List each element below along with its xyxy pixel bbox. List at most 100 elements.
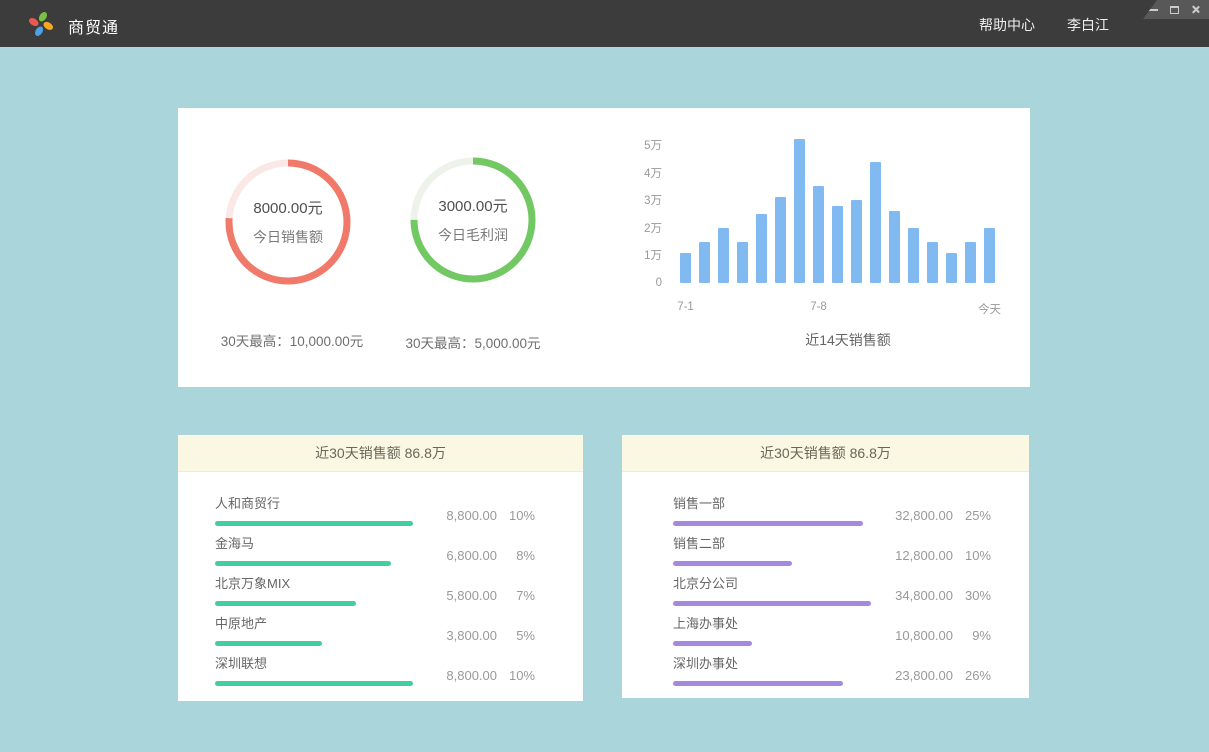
ranking-item-name: 北京万象MIX xyxy=(215,573,356,592)
bar-chart-y-axis: 5万4万3万2万1万0 xyxy=(618,108,662,308)
ranking-row: 深圳联想 8,800.0010% xyxy=(178,647,583,686)
ranking-item-value: 8,800.00 xyxy=(417,508,497,523)
ranking-item-value: 5,800.00 xyxy=(417,588,497,603)
ranking-item-percent: 5% xyxy=(497,628,535,643)
ranking-item-bar xyxy=(673,681,843,686)
ranking-row: 中原地产 3,800.005% xyxy=(178,607,583,646)
bar-chart-x-axis: 7-1 7-8 今天 xyxy=(680,301,1000,317)
bar xyxy=(889,211,900,283)
ranking-row: 人和商贸行 8,800.0010% xyxy=(178,487,583,526)
user-name-link[interactable]: 李白江 xyxy=(1067,15,1109,35)
bar xyxy=(737,242,748,283)
bar xyxy=(927,242,938,283)
ranking-item-percent: 26% xyxy=(953,668,991,683)
bar xyxy=(870,162,881,283)
bar xyxy=(946,253,957,283)
y-tick-label: 4万 xyxy=(618,165,662,181)
ranking-item-name: 北京分公司 xyxy=(673,573,871,592)
maximize-icon[interactable] xyxy=(1169,5,1179,15)
ranking-item-value: 10,800.00 xyxy=(873,628,953,643)
topbar-right: 帮助中心 李白江 xyxy=(979,15,1109,35)
ranking-item-bar xyxy=(673,641,752,646)
ranking-item-name: 深圳联想 xyxy=(215,653,413,672)
bar xyxy=(851,200,862,283)
ranking-item-value: 3,800.00 xyxy=(417,628,497,643)
department-ranking-card: 近30天销售额 86.8万 销售一部 32,800.0025% 销售二部 12,800… xyxy=(622,435,1029,698)
ranking-item-value: 34,800.00 xyxy=(873,588,953,603)
bar xyxy=(699,242,710,283)
ranking-row: 销售一部 32,800.0025% xyxy=(622,487,1029,526)
customer-ranking-card: 近30天销售额 86.8万 人和商贸行8,800.0010%金海马6,800.0… xyxy=(178,435,583,701)
x-tick-label: 7-1 xyxy=(677,301,694,313)
app-title: 商贸通 xyxy=(68,14,119,38)
ranking-item-percent: 8% xyxy=(497,548,535,563)
customer-ranking-title: 近30天销售额 86.8万 xyxy=(178,435,583,472)
ranking-item-percent: 7% xyxy=(497,588,535,603)
ranking-item-bar xyxy=(215,521,413,526)
y-tick-label: 1万 xyxy=(618,247,662,263)
minimize-icon[interactable] xyxy=(1148,5,1158,15)
ranking-item-name: 销售一部 xyxy=(673,493,863,512)
ranking-item-percent: 9% xyxy=(953,628,991,643)
x-tick-label: 今天 xyxy=(978,301,1001,317)
bar xyxy=(775,197,786,283)
bar xyxy=(984,228,995,283)
pinwheel-logo-icon xyxy=(28,11,54,37)
ranking-item-value: 12,800.00 xyxy=(873,548,953,563)
x-tick-label: 7-8 xyxy=(810,301,827,313)
ranking-item-bar xyxy=(215,681,413,686)
ranking-item-bar xyxy=(215,561,391,566)
ranking-item-percent: 30% xyxy=(953,588,991,603)
today-profit-label: 今日毛利润 xyxy=(438,225,508,245)
help-center-link[interactable]: 帮助中心 xyxy=(979,15,1035,35)
ranking-item-value: 23,800.00 xyxy=(873,668,953,683)
topbar: 商贸通 帮助中心 李白江 xyxy=(0,0,1209,47)
bar xyxy=(908,228,919,283)
ranking-item-percent: 25% xyxy=(953,508,991,523)
ranking-item-name: 中原地产 xyxy=(215,613,322,632)
y-tick-label: 2万 xyxy=(618,220,662,236)
ranking-item-percent: 10% xyxy=(497,508,535,523)
bar-chart-title: 近14天销售额 xyxy=(718,330,978,350)
ranking-rows: 销售一部 32,800.0025% 销售二部 12,800.0010% 北京分公司34,… xyxy=(622,472,1029,686)
bar xyxy=(813,186,824,283)
ranking-item-name: 金海马 xyxy=(215,533,391,552)
ranking-item-name: 人和商贸行 xyxy=(215,493,413,512)
ranking-row: 深圳办事处 23,800.0026% xyxy=(622,647,1029,686)
today-profit-donut: 3000.00元 今日毛利润 xyxy=(408,155,538,285)
today-sales-donut: 8000.00元 今日销售额 xyxy=(223,157,353,287)
bar xyxy=(794,139,805,283)
ranking-row: 金海马6,800.008% xyxy=(178,527,583,566)
ranking-row: 销售二部 12,800.0010% xyxy=(622,527,1029,566)
bar xyxy=(756,214,767,283)
y-tick-label: 5万 xyxy=(618,137,662,153)
ranking-item-bar xyxy=(673,601,871,606)
today-profit-value: 3000.00元 xyxy=(438,195,507,216)
ranking-row: 北京万象MIX 5,800.007% xyxy=(178,567,583,606)
ranking-item-bar xyxy=(673,521,863,526)
ranking-item-percent: 10% xyxy=(953,548,991,563)
ranking-item-value: 8,800.00 xyxy=(417,668,497,683)
bar xyxy=(718,228,729,283)
y-tick-label: 3万 xyxy=(618,192,662,208)
window-controls xyxy=(1143,0,1209,19)
profit-30day-max: 30天最高：5,000.00元 xyxy=(405,332,540,352)
ranking-item-name: 销售二部 xyxy=(673,533,792,552)
ranking-item-value: 32,800.00 xyxy=(873,508,953,523)
ranking-item-bar xyxy=(673,561,792,566)
ranking-rows: 人和商贸行8,800.0010%金海马6,800.008%北京万象MIX5,80… xyxy=(178,472,583,686)
ranking-item-percent: 10% xyxy=(497,668,535,683)
ranking-item-bar xyxy=(215,601,356,606)
ranking-item-name: 上海办事处 xyxy=(673,613,752,632)
overview-card: 8000.00元 今日销售额 30天最高：10,000.00元 3000.00元… xyxy=(178,108,1030,387)
today-sales-label: 今日销售额 xyxy=(253,227,323,247)
bar xyxy=(832,206,843,283)
department-ranking-title: 近30天销售额 86.8万 xyxy=(622,435,1029,472)
close-icon[interactable] xyxy=(1190,5,1200,15)
sales-30day-max: 30天最高：10,000.00元 xyxy=(221,330,364,350)
ranking-item-name: 深圳办事处 xyxy=(673,653,843,672)
ranking-row: 北京分公司34,800.0030% xyxy=(622,567,1029,606)
today-sales-value: 8000.00元 xyxy=(253,197,322,218)
ranking-item-bar xyxy=(215,641,322,646)
bar-chart-bars xyxy=(680,145,1000,283)
